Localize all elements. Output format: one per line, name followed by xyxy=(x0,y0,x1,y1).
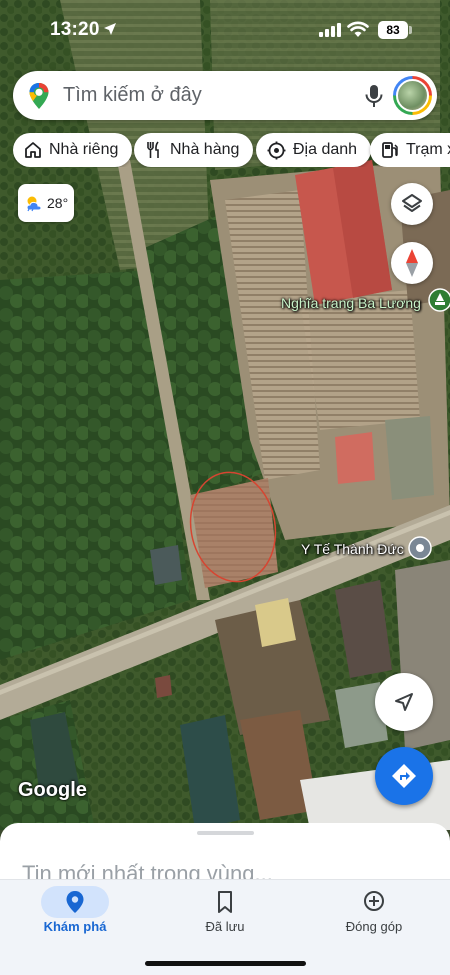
weather-temperature: 28° xyxy=(47,195,69,211)
nav-explore[interactable]: Khám phá xyxy=(15,880,135,950)
status-bar: 13:20 83 xyxy=(0,0,450,58)
navigation-arrow-icon xyxy=(395,693,413,711)
account-avatar[interactable] xyxy=(393,76,432,115)
nav-saved[interactable]: Đã lưu xyxy=(165,880,285,950)
gas-station-icon xyxy=(382,142,398,158)
layers-button[interactable] xyxy=(391,183,433,225)
add-circle-icon xyxy=(364,891,384,911)
avatar-image xyxy=(396,79,429,112)
compass-icon xyxy=(406,249,418,277)
clinic-pin-icon[interactable] xyxy=(408,536,432,560)
home-indicator[interactable] xyxy=(145,961,306,966)
compass-button[interactable] xyxy=(391,242,433,284)
google-attribution: Google xyxy=(18,779,87,801)
directions-button[interactable] xyxy=(375,747,433,805)
nav-contribute[interactable]: Đóng góp xyxy=(314,880,434,950)
sheet-drag-handle[interactable] xyxy=(197,831,254,835)
category-chips: Nhà riêng Nhà hàng Địa danh Trạm x xyxy=(13,133,450,167)
wifi-icon xyxy=(347,21,369,37)
microphone-icon[interactable] xyxy=(363,83,385,109)
chip-landmark-label: Địa danh xyxy=(293,141,358,158)
directions-icon xyxy=(392,764,416,788)
battery-level: 83 xyxy=(378,21,408,39)
battery-icon xyxy=(409,26,412,34)
bookmark-icon xyxy=(218,891,232,913)
explore-bottom-sheet[interactable]: Tin mới nhất trong vùng... xyxy=(0,823,450,883)
cemetery-label[interactable]: Nghĩa trang Ba Lương xyxy=(281,295,421,311)
my-location-button[interactable] xyxy=(375,673,433,731)
chip-gas-station[interactable]: Trạm x xyxy=(370,133,450,167)
chip-home[interactable]: Nhà riêng xyxy=(13,133,133,167)
partly-cloudy-icon xyxy=(26,196,42,212)
nav-saved-label: Đã lưu xyxy=(205,919,245,934)
layers-icon xyxy=(402,194,422,212)
chip-restaurant-label: Nhà hàng xyxy=(170,141,240,158)
chip-home-label: Nhà riêng xyxy=(49,141,119,158)
clinic-label[interactable]: Y Tế Thành Đức xyxy=(301,541,404,557)
search-input[interactable]: Tìm kiếm ở đây xyxy=(63,84,202,107)
nav-contribute-label: Đóng góp xyxy=(345,919,403,934)
google-maps-logo-icon xyxy=(29,83,49,109)
landmark-icon xyxy=(267,141,286,159)
nav-explore-label: Khám phá xyxy=(43,919,107,934)
chip-restaurant[interactable]: Nhà hàng xyxy=(134,133,254,167)
cellular-signal-icon xyxy=(319,23,341,37)
home-icon xyxy=(25,142,41,158)
location-arrow-icon xyxy=(104,23,116,35)
chip-gas-station-label: Trạm x xyxy=(406,141,450,158)
explore-pin-icon xyxy=(66,891,84,913)
restaurant-icon xyxy=(147,141,159,158)
weather-widget[interactable]: 28° xyxy=(18,184,74,222)
search-bar[interactable]: Tìm kiếm ở đây xyxy=(13,71,437,120)
chip-landmark[interactable]: Địa danh xyxy=(256,133,372,167)
cemetery-pin-icon[interactable] xyxy=(428,288,450,314)
status-time: 13:20 xyxy=(50,19,100,40)
